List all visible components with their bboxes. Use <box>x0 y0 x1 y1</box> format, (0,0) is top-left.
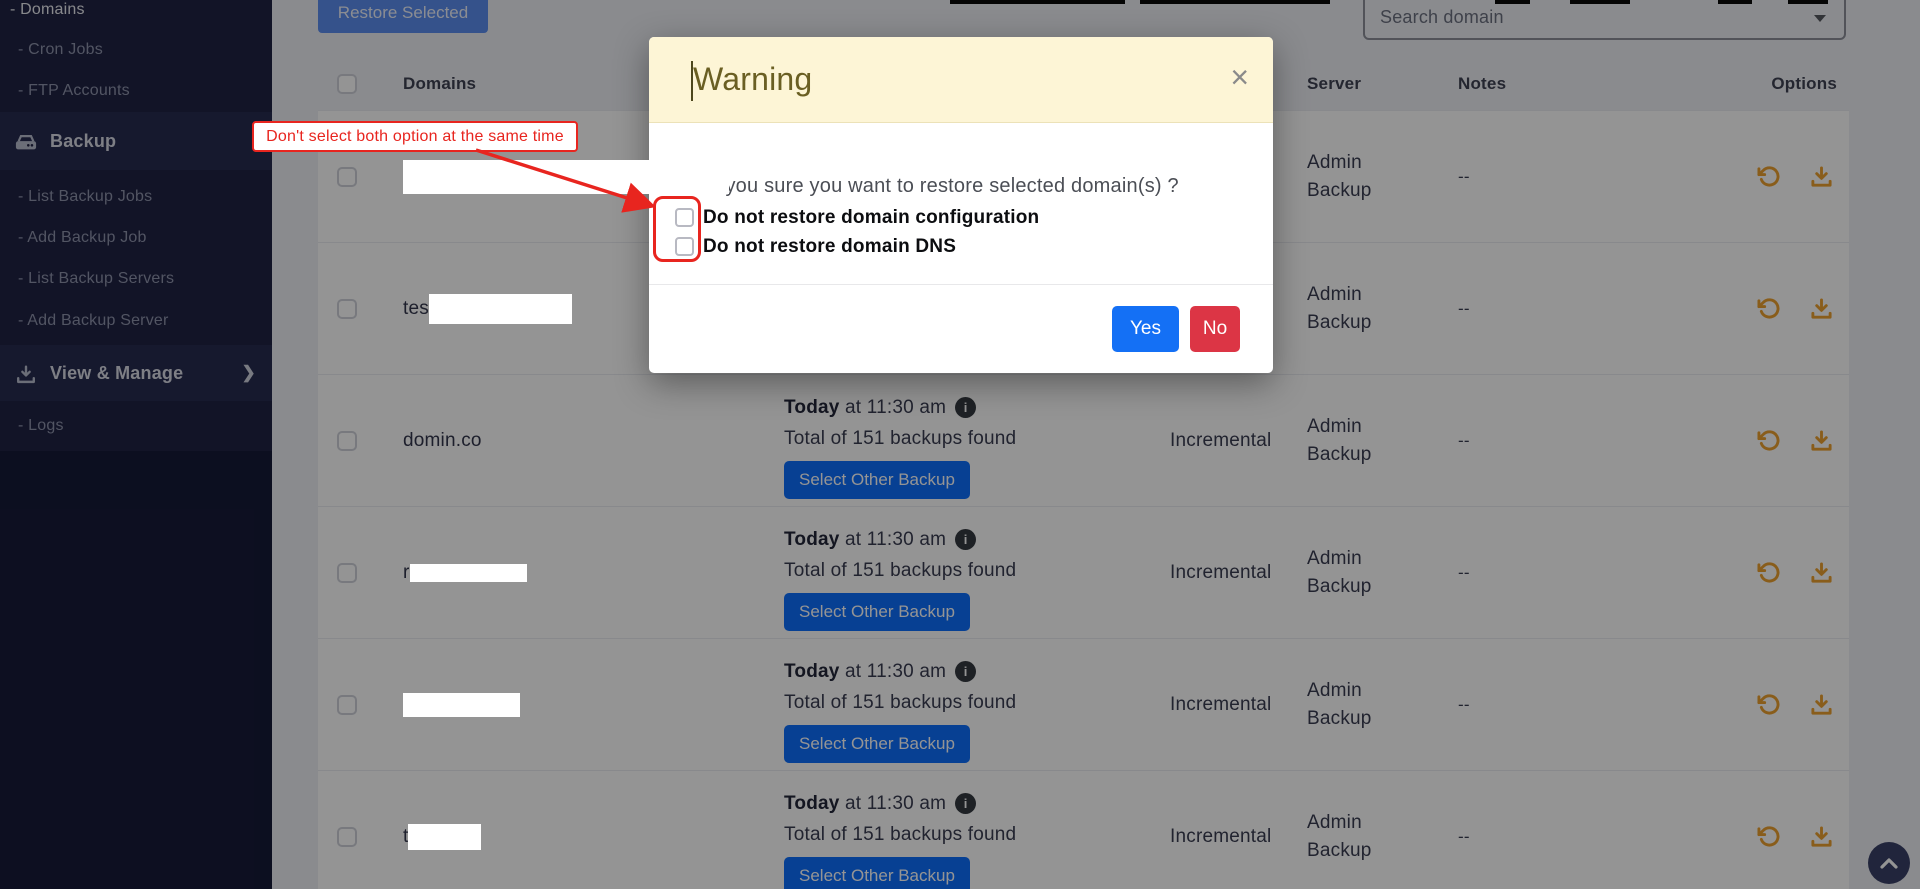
modal-header: Warning × <box>649 37 1273 123</box>
modal-message: Are you sure you want to restore selecte… <box>688 175 1233 198</box>
checkbox-label: Do not restore domain configuration <box>703 207 1039 229</box>
no-button[interactable]: No <box>1190 306 1240 352</box>
app-root: - Domains - Cron Jobs - FTP Accounts Bac… <box>0 0 1920 889</box>
modal-title: Warning <box>693 61 812 98</box>
checkbox-row-configuration: Do not restore domain configuration <box>662 203 1233 232</box>
modal-body: Are you sure you want to restore selecte… <box>649 123 1273 273</box>
redaction-box <box>429 294 572 324</box>
redaction-box <box>403 693 520 717</box>
warning-modal: Warning × Are you sure you want to resto… <box>649 37 1273 373</box>
yes-button[interactable]: Yes <box>1112 306 1179 352</box>
text-cursor <box>691 61 693 101</box>
redaction-box <box>408 824 481 850</box>
annotation-highlight-rect <box>653 196 701 262</box>
annotation-arrow <box>460 138 680 223</box>
close-icon[interactable]: × <box>1230 61 1249 93</box>
checkbox-label: Do not restore domain DNS <box>703 236 956 258</box>
checkbox-row-dns: Do not restore domain DNS <box>662 232 1233 261</box>
redaction-box <box>410 564 527 582</box>
modal-footer: Yes No <box>649 284 1273 373</box>
